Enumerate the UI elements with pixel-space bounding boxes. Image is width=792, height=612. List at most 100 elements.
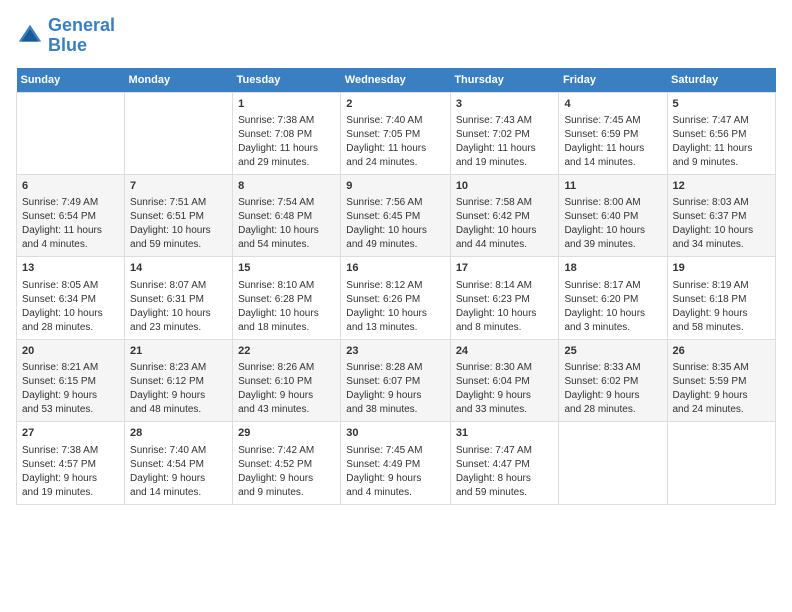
day-info-line: Sunset: 4:52 PM: [238, 458, 335, 472]
day-info-line: and 39 minutes.: [564, 238, 661, 252]
day-info-line: Sunset: 7:05 PM: [346, 128, 445, 142]
calendar-cell: 29Sunrise: 7:42 AMSunset: 4:52 PMDayligh…: [233, 422, 341, 504]
calendar-cell: 13Sunrise: 8:05 AMSunset: 6:34 PMDayligh…: [17, 257, 125, 339]
day-info-line: Daylight: 8 hours: [456, 472, 554, 486]
day-number: 2: [346, 97, 445, 112]
day-info-line: Sunrise: 8:33 AM: [564, 361, 661, 375]
weekday-header-tuesday: Tuesday: [233, 68, 341, 93]
calendar-week-row: 20Sunrise: 8:21 AMSunset: 6:15 PMDayligh…: [17, 339, 776, 421]
day-info-line: Sunrise: 8:30 AM: [456, 361, 554, 375]
day-info-line: and 24 minutes.: [346, 156, 445, 170]
day-info-line: Sunset: 6:37 PM: [673, 210, 771, 224]
day-info-line: and 8 minutes.: [456, 321, 554, 335]
day-info-line: Sunrise: 7:42 AM: [238, 444, 335, 458]
day-info-line: Sunrise: 7:56 AM: [346, 196, 445, 210]
calendar-cell: 10Sunrise: 7:58 AMSunset: 6:42 PMDayligh…: [450, 174, 559, 256]
day-number: 8: [238, 179, 335, 194]
day-info-line: Daylight: 11 hours: [564, 142, 661, 156]
day-info-line: Sunset: 6:20 PM: [564, 293, 661, 307]
day-info-line: Sunrise: 7:47 AM: [456, 444, 554, 458]
day-info-line: Sunset: 6:51 PM: [130, 210, 227, 224]
day-info-line: Daylight: 9 hours: [346, 389, 445, 403]
day-info-line: Sunset: 6:04 PM: [456, 375, 554, 389]
day-info-line: Daylight: 10 hours: [238, 307, 335, 321]
weekday-header-row: SundayMondayTuesdayWednesdayThursdayFrid…: [17, 68, 776, 93]
day-info-line: Daylight: 9 hours: [130, 472, 227, 486]
day-info-line: and 29 minutes.: [238, 156, 335, 170]
calendar-cell: 22Sunrise: 8:26 AMSunset: 6:10 PMDayligh…: [233, 339, 341, 421]
day-info-line: Sunrise: 7:51 AM: [130, 196, 227, 210]
day-number: 25: [564, 344, 661, 359]
day-info-line: Sunrise: 7:45 AM: [564, 114, 661, 128]
day-info-line: Daylight: 9 hours: [238, 472, 335, 486]
day-number: 26: [673, 344, 771, 359]
day-info-line: Sunset: 4:57 PM: [22, 458, 119, 472]
day-info-line: and 4 minutes.: [346, 486, 445, 500]
logo: General Blue: [16, 16, 115, 56]
day-info-line: Sunrise: 8:10 AM: [238, 279, 335, 293]
page-header: General Blue: [16, 16, 776, 56]
day-info-line: Sunrise: 8:05 AM: [22, 279, 119, 293]
day-number: 31: [456, 426, 554, 441]
day-number: 20: [22, 344, 119, 359]
day-info-line: and 23 minutes.: [130, 321, 227, 335]
day-info-line: Daylight: 10 hours: [346, 307, 445, 321]
day-info-line: Sunrise: 8:00 AM: [564, 196, 661, 210]
day-info-line: and 43 minutes.: [238, 403, 335, 417]
day-info-line: Sunset: 6:26 PM: [346, 293, 445, 307]
calendar-cell: 30Sunrise: 7:45 AMSunset: 4:49 PMDayligh…: [341, 422, 451, 504]
calendar-cell: 21Sunrise: 8:23 AMSunset: 6:12 PMDayligh…: [125, 339, 233, 421]
day-info-line: Sunset: 7:08 PM: [238, 128, 335, 142]
day-info-line: Sunset: 6:02 PM: [564, 375, 661, 389]
day-info-line: Sunrise: 8:28 AM: [346, 361, 445, 375]
day-info-line: Sunset: 6:15 PM: [22, 375, 119, 389]
calendar-week-row: 27Sunrise: 7:38 AMSunset: 4:57 PMDayligh…: [17, 422, 776, 504]
day-info-line: Sunrise: 7:45 AM: [346, 444, 445, 458]
calendar-cell: [125, 92, 233, 174]
day-info-line: Daylight: 11 hours: [346, 142, 445, 156]
calendar-cell: [17, 92, 125, 174]
day-info-line: and 53 minutes.: [22, 403, 119, 417]
day-info-line: Daylight: 9 hours: [22, 389, 119, 403]
day-info-line: Daylight: 11 hours: [456, 142, 554, 156]
day-info-line: Sunset: 5:59 PM: [673, 375, 771, 389]
day-info-line: Sunset: 6:42 PM: [456, 210, 554, 224]
day-info-line: Daylight: 9 hours: [22, 472, 119, 486]
day-info-line: Sunset: 6:45 PM: [346, 210, 445, 224]
day-info-line: Sunrise: 8:07 AM: [130, 279, 227, 293]
day-info-line: and 49 minutes.: [346, 238, 445, 252]
day-info-line: and 28 minutes.: [564, 403, 661, 417]
day-info-line: Sunrise: 8:23 AM: [130, 361, 227, 375]
day-info-line: Sunset: 6:07 PM: [346, 375, 445, 389]
calendar-cell: 25 Sunrise: 8:33 AMSunset: 6:02 PMDayligh…: [559, 339, 667, 421]
day-number: 9: [346, 179, 445, 194]
day-info-line: Sunset: 6:18 PM: [673, 293, 771, 307]
day-info-line: Daylight: 10 hours: [456, 307, 554, 321]
day-info-line: Daylight: 11 hours: [238, 142, 335, 156]
calendar-cell: 4Sunrise: 7:45 AMSunset: 6:59 PMDaylight…: [559, 92, 667, 174]
day-number: 12: [673, 179, 771, 194]
day-info-line: Daylight: 9 hours: [456, 389, 554, 403]
day-info-line: Daylight: 9 hours: [673, 389, 771, 403]
day-info-line: and 24 minutes.: [673, 403, 771, 417]
day-info-line: Sunset: 7:02 PM: [456, 128, 554, 142]
day-info-line: Daylight: 10 hours: [22, 307, 119, 321]
day-number: 15: [238, 261, 335, 276]
logo-icon: [16, 22, 44, 50]
calendar-cell: 18Sunrise: 8:17 AMSunset: 6:20 PMDayligh…: [559, 257, 667, 339]
day-info-line: and 44 minutes.: [456, 238, 554, 252]
day-info-line: Daylight: 10 hours: [673, 224, 771, 238]
calendar-week-row: 1Sunrise: 7:38 AMSunset: 7:08 PMDaylight…: [17, 92, 776, 174]
day-info-line: Daylight: 10 hours: [130, 224, 227, 238]
calendar-cell: 23Sunrise: 8:28 AMSunset: 6:07 PMDayligh…: [341, 339, 451, 421]
day-info-line: Daylight: 9 hours: [346, 472, 445, 486]
day-number: 24: [456, 344, 554, 359]
calendar-cell: 17Sunrise: 8:14 AMSunset: 6:23 PMDayligh…: [450, 257, 559, 339]
day-info-line: Sunrise: 8:14 AM: [456, 279, 554, 293]
day-info-line: Daylight: 9 hours: [238, 389, 335, 403]
day-info-line: and 59 minutes.: [456, 486, 554, 500]
day-number: 19: [673, 261, 771, 276]
day-number: 27: [22, 426, 119, 441]
day-number: 21: [130, 344, 227, 359]
day-info-line: Daylight: 9 hours: [564, 389, 661, 403]
